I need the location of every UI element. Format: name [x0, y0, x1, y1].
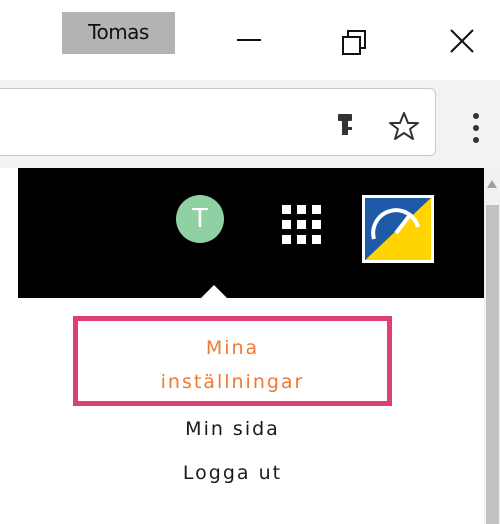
menu-item-logout-label: Logga ut: [182, 462, 283, 484]
browser-toolbar: [0, 80, 500, 168]
close-button[interactable]: [442, 20, 482, 60]
minimize-button[interactable]: [226, 20, 266, 60]
profile-name: Tomas: [88, 20, 149, 44]
scrollbar-thumb[interactable]: [486, 205, 499, 524]
apps-grid-icon[interactable]: [280, 203, 324, 247]
dropdown-caret: [200, 285, 228, 299]
menu-item-logout[interactable]: Logga ut: [73, 462, 392, 492]
menu-item-my-page-label: Min sida: [185, 418, 280, 440]
scroll-up-icon[interactable]: [487, 180, 497, 188]
site-logo[interactable]: [362, 195, 434, 263]
menu-item-settings-line1: Mina: [205, 337, 260, 359]
profile-name-chip[interactable]: Tomas: [62, 12, 175, 54]
close-icon: [450, 29, 474, 53]
restore-icon: [342, 30, 366, 55]
restore-button[interactable]: [334, 20, 374, 60]
menu-item-settings-line2: inställningar: [160, 371, 305, 393]
user-avatar[interactable]: T: [176, 195, 224, 243]
address-bar[interactable]: [0, 88, 436, 156]
avatar-initial: T: [192, 204, 208, 234]
kebab-menu-icon[interactable]: [466, 110, 486, 146]
window-titlebar: Tomas: [0, 0, 500, 80]
key-icon[interactable]: [332, 111, 358, 139]
menu-item-my-page[interactable]: Min sida: [73, 418, 392, 448]
menu-item-settings[interactable]: Mina inställningar: [73, 316, 392, 406]
minimize-icon: [237, 39, 261, 41]
star-icon[interactable]: [388, 111, 420, 141]
